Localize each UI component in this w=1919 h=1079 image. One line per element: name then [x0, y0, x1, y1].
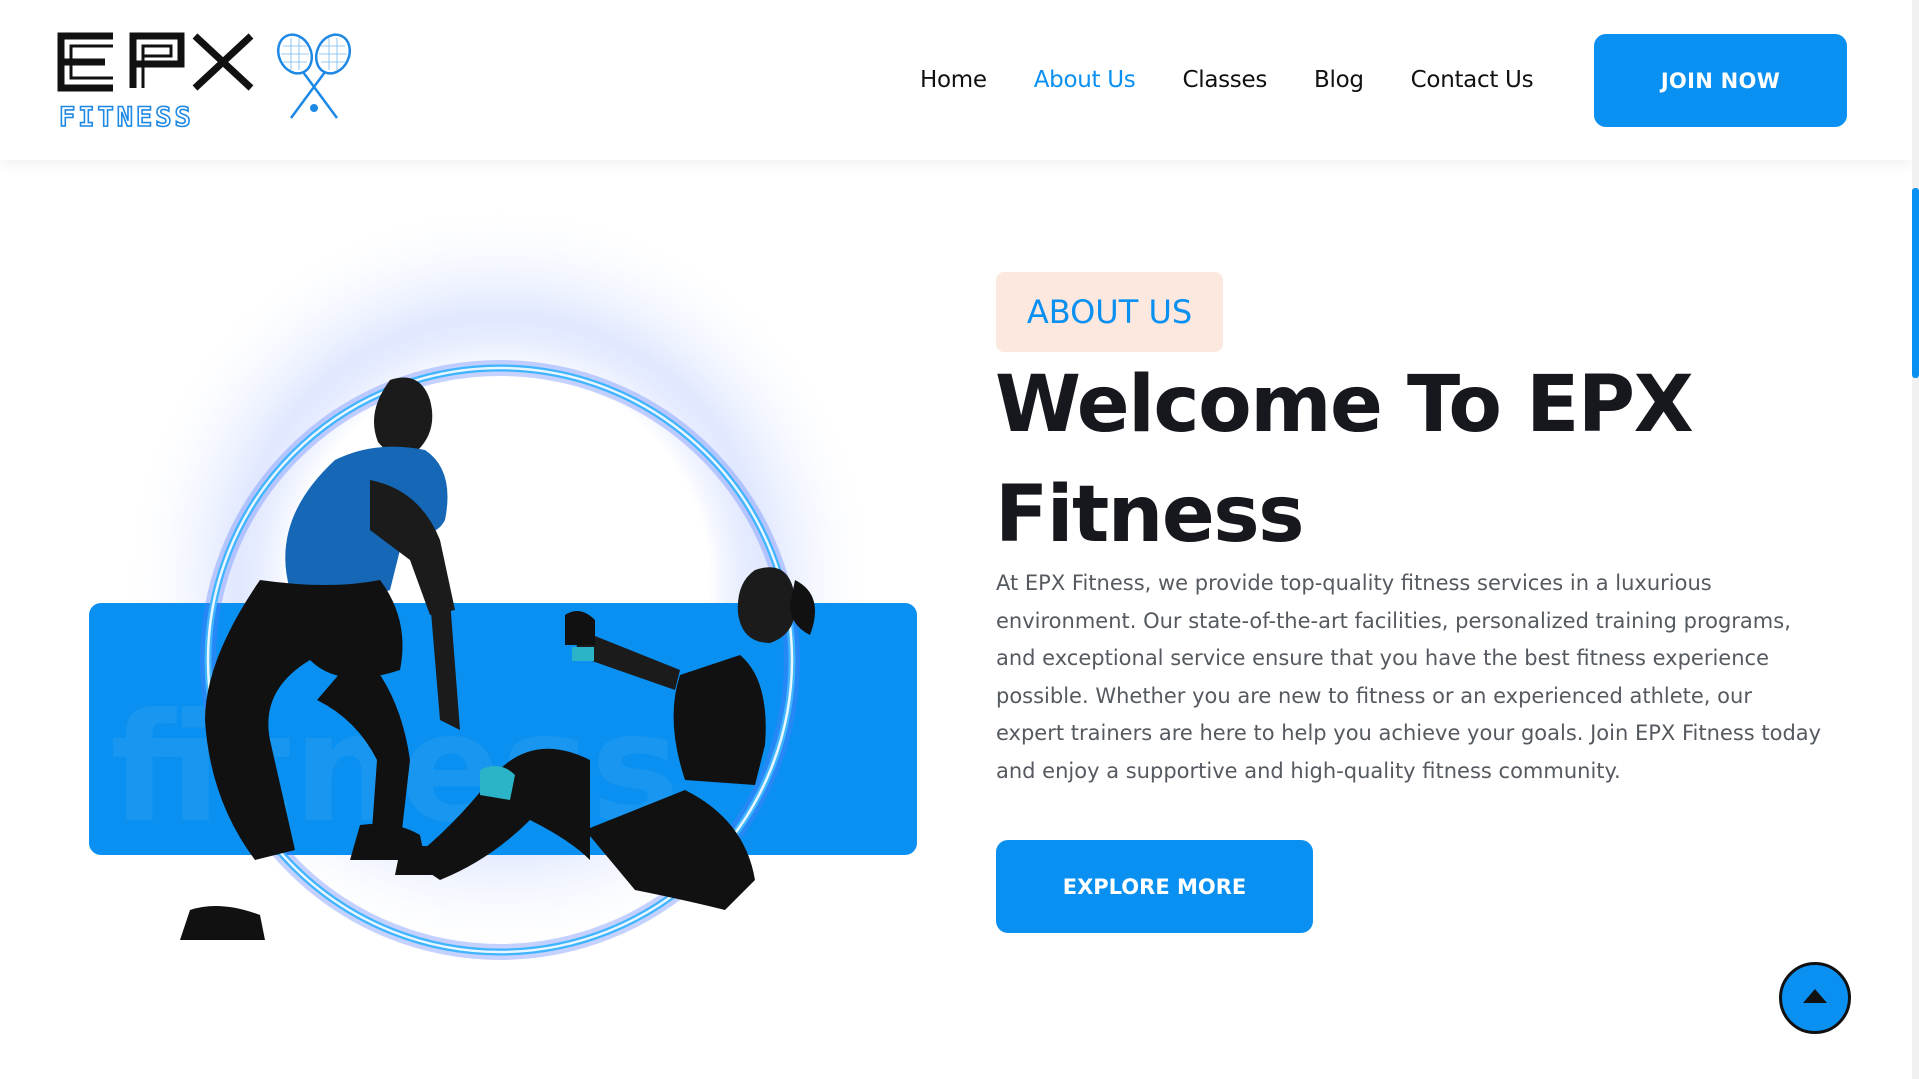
logo-graphic: FITNESS: [57, 32, 352, 130]
site-header: FITNESS Home About Us Classes Blog Conta…: [0, 0, 1912, 160]
section-badge: ABOUT US: [996, 272, 1223, 352]
page: FITNESS Home About Us Classes Blog Conta…: [0, 0, 1919, 1079]
nav-blog[interactable]: Blog: [1314, 67, 1364, 93]
logo[interactable]: FITNESS: [55, 30, 375, 130]
nav-classes[interactable]: Classes: [1182, 67, 1267, 93]
join-now-button[interactable]: JOIN NOW: [1594, 34, 1847, 127]
svg-text:FITNESS: FITNESS: [59, 102, 194, 130]
main-nav: Home About Us Classes Blog Contact Us: [920, 0, 1580, 160]
nav-contact-us[interactable]: Contact Us: [1411, 67, 1534, 93]
scrollbar[interactable]: [1912, 0, 1919, 1079]
scrollbar-thumb[interactable]: [1912, 188, 1919, 378]
arrow-up-icon: [1803, 989, 1827, 1003]
page-title: Welcome To EPX Fitness: [995, 350, 1755, 570]
about-description: At EPX Fitness, we provide top-quality f…: [996, 571, 1822, 783]
explore-more-button[interactable]: EXPLORE MORE: [996, 840, 1313, 933]
hero-image: fitness: [60, 160, 940, 1020]
title-line-1: Welcome To EPX: [995, 360, 1694, 450]
scroll-to-top-button[interactable]: [1779, 962, 1851, 1034]
nav-about-us[interactable]: About Us: [1034, 67, 1136, 93]
nav-home[interactable]: Home: [920, 67, 987, 93]
title-line-2: Fitness: [995, 470, 1305, 560]
